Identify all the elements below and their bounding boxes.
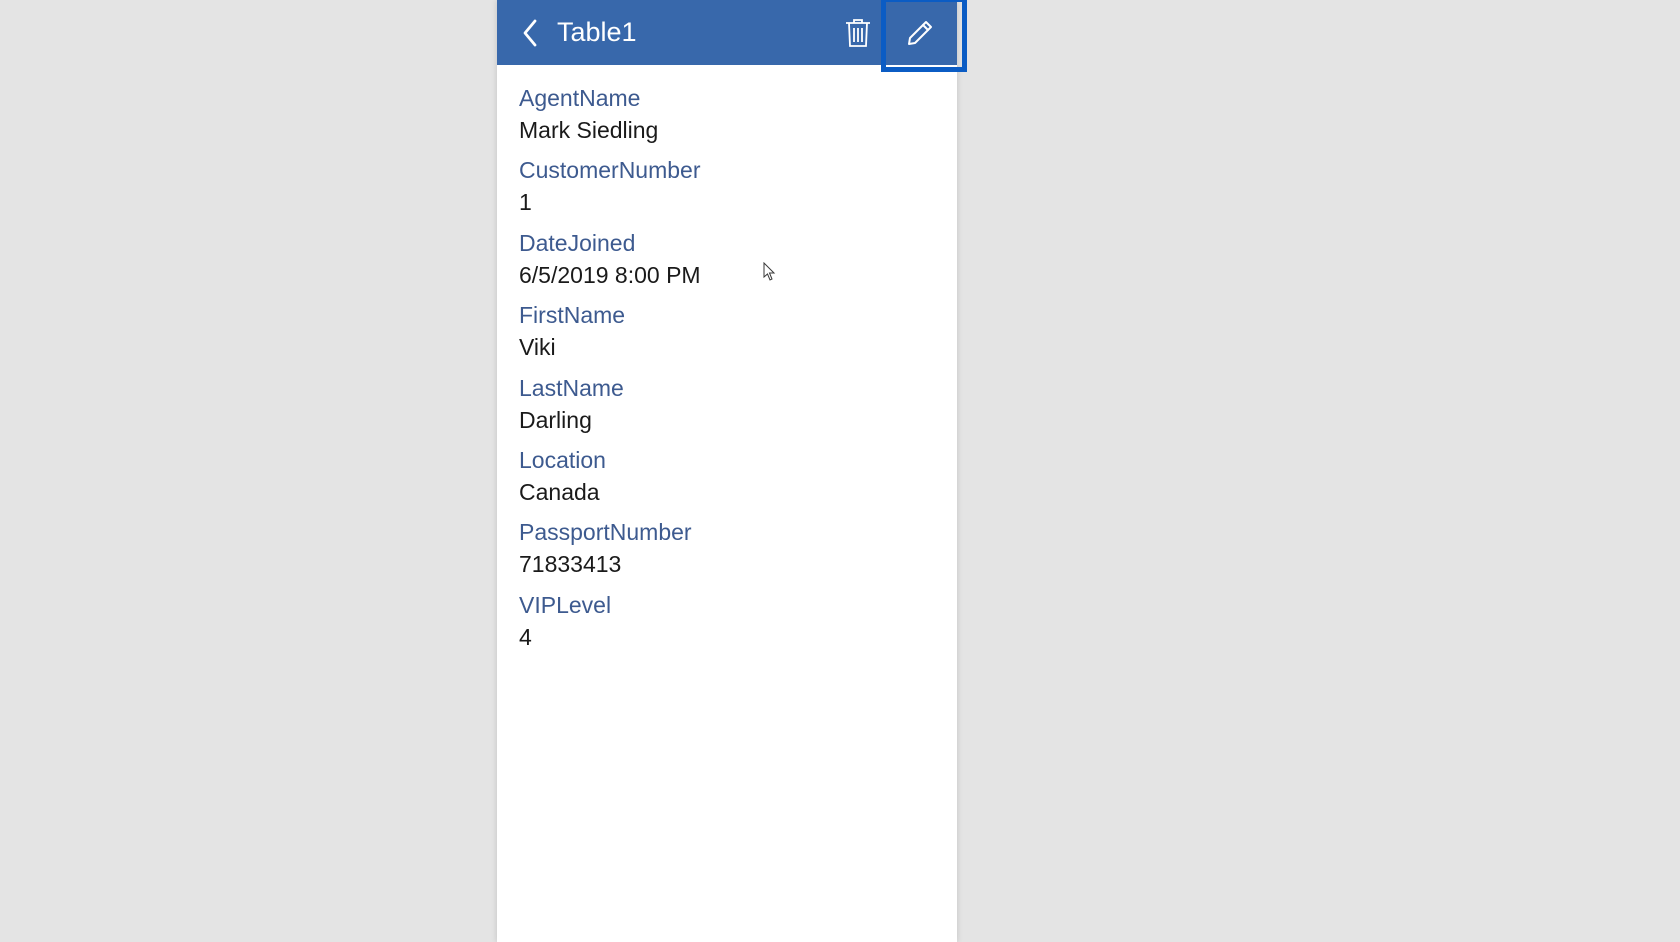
header-bar: Table1 <box>497 0 957 65</box>
field-value: 4 <box>519 621 935 654</box>
field-label: DateJoined <box>519 228 935 259</box>
header-actions <box>829 0 949 65</box>
field-label: LastName <box>519 373 935 404</box>
pencil-icon <box>906 19 934 47</box>
field-agentname: AgentName Mark Siedling <box>519 83 935 147</box>
field-label: PassportNumber <box>519 517 935 548</box>
app-panel: Table1 <box>497 0 957 942</box>
field-location: Location Canada <box>519 445 935 509</box>
field-value: 1 <box>519 186 935 219</box>
trash-icon <box>845 18 871 48</box>
field-firstname: FirstName Viki <box>519 300 935 364</box>
back-button[interactable] <box>515 13 545 53</box>
field-passportnumber: PassportNumber 71833413 <box>519 517 935 581</box>
field-datejoined: DateJoined 6/5/2019 8:00 PM <box>519 228 935 292</box>
field-label: AgentName <box>519 83 935 114</box>
field-value: 71833413 <box>519 548 935 581</box>
field-value: Mark Siedling <box>519 114 935 147</box>
field-label: CustomerNumber <box>519 155 935 186</box>
edit-button[interactable] <box>891 4 949 62</box>
field-label: FirstName <box>519 300 935 331</box>
field-lastname: LastName Darling <box>519 373 935 437</box>
field-value: Viki <box>519 331 935 364</box>
chevron-left-icon <box>522 19 538 47</box>
field-customernumber: CustomerNumber 1 <box>519 155 935 219</box>
field-value: Canada <box>519 476 935 509</box>
detail-content: AgentName Mark Siedling CustomerNumber 1… <box>497 65 957 682</box>
field-label: Location <box>519 445 935 476</box>
field-value: Darling <box>519 404 935 437</box>
delete-button[interactable] <box>829 4 887 62</box>
page-title: Table1 <box>557 17 829 48</box>
field-value: 6/5/2019 8:00 PM <box>519 259 935 292</box>
field-label: VIPLevel <box>519 590 935 621</box>
field-viplevel: VIPLevel 4 <box>519 590 935 654</box>
